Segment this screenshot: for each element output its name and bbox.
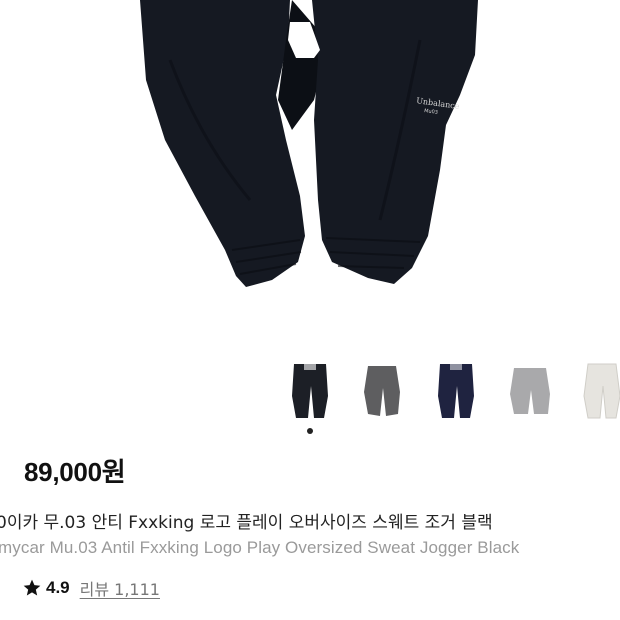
- product-title-korean: 0이카 무.03 안티 Fxxking 로고 플레이 오버사이즈 스웨트 조거 …: [0, 513, 493, 533]
- thumbnail-pants-icon: [510, 368, 550, 414]
- thumbnail-charcoal[interactable]: [354, 356, 410, 426]
- product-title-english: mycar Mu.03 Antil Fxxking Logo Play Over…: [0, 538, 520, 557]
- thumbnail-ivory[interactable]: [574, 356, 620, 426]
- thumbnail-pants-icon: [364, 366, 400, 416]
- rating-summary: 4.9 리뷰 1,111: [22, 576, 160, 600]
- pants-photo: Unbalance Mu03: [140, 0, 478, 287]
- product-main-image[interactable]: Unbalance Mu03: [0, 0, 620, 350]
- carousel-page-indicator: [307, 428, 313, 434]
- pants-left-leg: [140, 0, 305, 287]
- thumbnail-navy[interactable]: [428, 356, 484, 426]
- rating-value: 4.9: [46, 578, 70, 597]
- thumbnail-pants-icon: [438, 364, 474, 418]
- thumbnail-pants-icon: [583, 363, 620, 419]
- star-icon: [23, 579, 41, 596]
- thumbnail-pants-icon: [292, 364, 328, 418]
- review-count-link[interactable]: 리뷰 1,111: [80, 576, 160, 600]
- product-price: 89,000원: [24, 457, 126, 487]
- thumbnail-grey[interactable]: [502, 356, 558, 426]
- thumbnail-black[interactable]: [282, 356, 338, 426]
